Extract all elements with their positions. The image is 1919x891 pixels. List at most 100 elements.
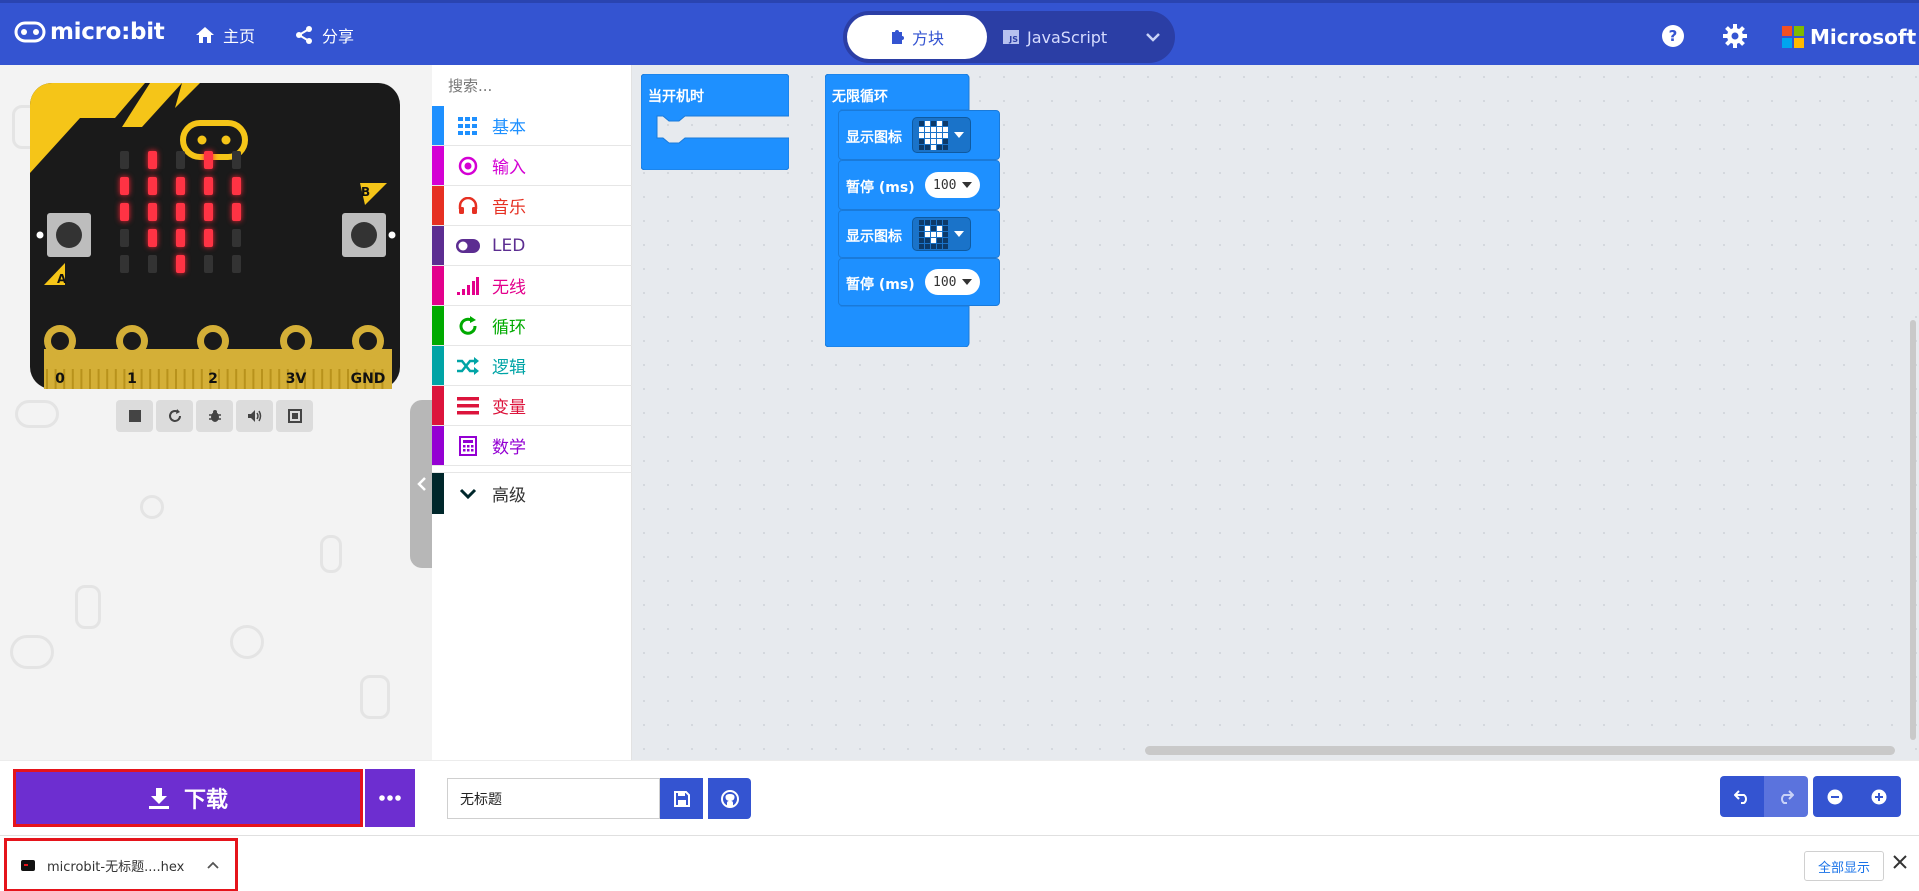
led-on [176,229,185,247]
restart-button[interactable] [156,400,193,432]
simulator-collapse-handle[interactable] [410,400,432,568]
small-heart-icon [919,219,948,249]
category-color-bar [432,386,444,425]
show-icon-block[interactable]: 显示图标 [838,210,1000,258]
led-on [204,229,213,247]
blocks-workspace[interactable]: 当开机时 无限循环 显示图标 暂停 (ms) 100 显示图标 暂停 (ms) … [632,65,1919,760]
pin-hole [123,332,141,350]
redo-icon [1781,789,1794,804]
icon-led-off [925,144,930,150]
gear-icon[interactable] [1723,24,1747,48]
category-loops[interactable]: 循环 [432,306,632,346]
undo-button[interactable] [1720,776,1764,817]
category-input[interactable]: 输入 [432,146,632,186]
close-icon[interactable] [1893,855,1907,869]
category-label: 音乐 [492,198,526,218]
pause-value-dropdown[interactable]: 100 [925,269,981,295]
pause-block[interactable]: 暂停 (ms) 100 [838,160,1000,210]
stop-icon [128,410,141,422]
category-advanced[interactable]: 高级 [432,472,632,514]
zoom-out-icon [1827,789,1843,804]
zoom-out-button[interactable] [1813,776,1857,817]
icon-led-off [931,120,936,126]
nav-share-label: 分享 [322,27,355,46]
show-icon-block[interactable]: 显示图标 [838,110,1000,160]
edge-tooth [149,369,152,389]
on-start-block[interactable]: 当开机时 [641,74,789,170]
icon-led-off [943,231,948,237]
microsoft-logo[interactable]: Microsoft [1782,25,1916,49]
category-color-bar [432,266,444,305]
mute-button[interactable] [236,400,273,432]
microbit-board[interactable]: A B 0 1 2 3V GND [30,83,400,389]
caret-down-icon [962,279,973,285]
icon-led-on [931,138,936,144]
nav-home[interactable]: 主页 [195,23,255,47]
download-button[interactable]: 下载 [13,769,363,827]
icon-led-on [925,120,930,126]
button-b-label: B [361,185,370,199]
help-icon[interactable]: ? [1661,24,1685,48]
search-input[interactable] [448,76,642,95]
github-button[interactable] [708,778,751,819]
chevron-up-icon[interactable] [207,861,219,869]
category-radio[interactable]: 无线 [432,266,632,306]
tab-javascript[interactable]: JS JavaScript [1003,15,1107,59]
fullscreen-button[interactable] [276,400,313,432]
target-icon [456,154,480,178]
tab-blocks[interactable]: 方块 [847,15,987,59]
microbit-logo[interactable]: micro:bit [14,19,165,45]
icon-dropdown[interactable] [912,217,971,251]
horizontal-scrollbar[interactable] [1145,746,1895,755]
pin-label: 3V [286,371,307,387]
category-variables[interactable]: 变量 [432,386,632,426]
category-label: 基本 [492,118,526,138]
refresh-icon [456,314,480,338]
icon-led-on [925,132,930,138]
bg-pattern-shape [360,675,390,719]
debug-button[interactable] [196,400,233,432]
icon-dropdown[interactable] [912,117,971,153]
category-color-bar [432,106,444,145]
icon-led-on [937,231,942,237]
download-item[interactable]: microbit-无标题....hex [4,838,238,891]
puzzle-icon [891,30,904,44]
category-math[interactable]: 数学 [432,426,632,466]
icon-led-off [943,237,948,243]
edge-tooth [157,369,160,389]
icon-led-off [943,144,948,150]
vertical-scrollbar[interactable] [1910,320,1916,740]
led-on [232,177,241,195]
zoom-in-button[interactable] [1857,776,1901,817]
pin-label: GND [351,371,386,387]
pause-value-dropdown[interactable]: 100 [925,172,981,198]
led-off [204,255,213,273]
stop-button[interactable] [116,400,153,432]
led-on [148,177,157,195]
icon-led-off [925,219,930,225]
led-on [204,203,213,221]
redo-button[interactable] [1764,776,1808,817]
on-start-label: 当开机时 [648,89,704,105]
js-icon: JS [1003,30,1019,44]
category-basic[interactable]: 基本 [432,106,632,146]
edge-tooth [278,369,281,389]
more-options-button[interactable] [365,769,415,827]
forever-block[interactable]: 无限循环 显示图标 暂停 (ms) 100 显示图标 暂停 (ms) 100 [825,74,1000,347]
show-all-button[interactable]: 全部显示 [1804,851,1884,881]
category-color-bar [432,426,444,465]
pause-block[interactable]: 暂停 (ms) 100 [838,258,1000,306]
icon-led-off [919,219,924,225]
chevron-down-icon[interactable] [1145,29,1161,45]
pin-hole [51,332,69,350]
edge-tooth [46,369,48,389]
category-music[interactable]: 音乐 [432,186,632,226]
icon-led-off [937,243,942,249]
save-button[interactable] [660,778,703,819]
edge-tooth [106,369,109,389]
edge-tooth [140,369,143,389]
category-logic[interactable]: 逻辑 [432,346,632,386]
category-led[interactable]: LED [432,226,632,266]
nav-share[interactable]: 分享 [294,23,354,47]
project-name-input[interactable] [447,778,660,819]
